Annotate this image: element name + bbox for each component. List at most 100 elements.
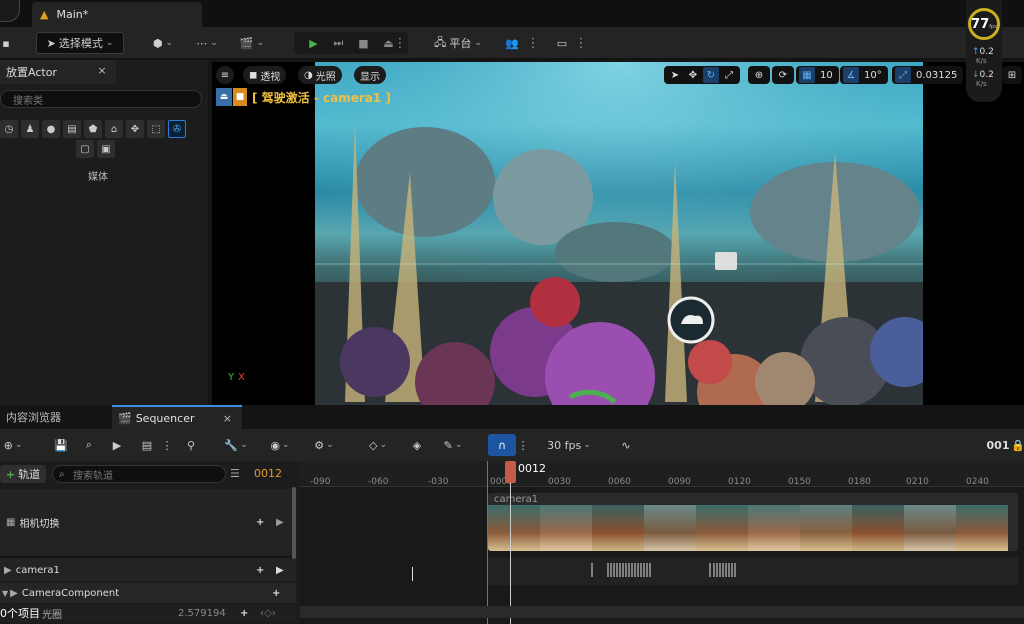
- camera-icon[interactable]: ▶: [276, 517, 284, 528]
- ruler-tick: 0030: [548, 477, 571, 487]
- viewport-menu-icon[interactable]: ≡: [216, 66, 234, 84]
- key-filled-icon[interactable]: ◈: [408, 434, 426, 456]
- unreal-logo-icon[interactable]: [0, 0, 20, 22]
- more-options-icon[interactable]: ⋮: [575, 32, 588, 54]
- place-actor-panel: 放置Actor × 搜索类 ◷ ♟ ● ▤ ⬟ ⌂ ✥ ⬚ ✇ ▢ ▣ 媒体: [0, 60, 208, 405]
- scale-snap-button[interactable]: ⤢ 0.03125: [892, 66, 964, 84]
- key-nav-icon[interactable]: ‹◇›: [260, 608, 276, 619]
- save-icon[interactable]: 💾: [52, 434, 70, 456]
- stop-icon[interactable]: ■: [353, 37, 375, 50]
- clapper-icon[interactable]: ▤: [138, 434, 156, 456]
- tab-sequencer[interactable]: 🎬 Sequencer ×: [112, 405, 242, 429]
- close-icon[interactable]: ×: [223, 412, 232, 425]
- select-icon[interactable]: ➤: [667, 67, 683, 83]
- surface-snap-button[interactable]: ⟳: [772, 66, 794, 84]
- more-options-icon[interactable]: ⋮: [162, 434, 173, 456]
- tab-content-browser[interactable]: 内容浏览器: [0, 405, 108, 429]
- track-search-input[interactable]: ⌕ 搜索轨道: [52, 465, 226, 483]
- save-icon[interactable]: ▪: [0, 32, 12, 54]
- aperture-value[interactable]: 2.579194: [178, 608, 226, 619]
- layout-icon[interactable]: ▭: [552, 32, 572, 54]
- camera-icon[interactable]: ■: [233, 88, 247, 106]
- camera-cut-section[interactable]: camera1: [488, 493, 1018, 551]
- add-key-icon[interactable]: +: [256, 517, 264, 528]
- stats-overlay: 77 fps ↑0.2 K/s ↓0.2 K/s: [966, 0, 1002, 102]
- current-frame[interactable]: 0012: [254, 467, 282, 480]
- add-key-icon[interactable]: +: [240, 608, 248, 619]
- show-button[interactable]: 显示: [354, 66, 386, 84]
- timeline-area[interactable]: -090 -060 -030 0000 0030 0060 0090 0120 …: [300, 461, 1024, 624]
- media-plate-icon[interactable]: ▢: [76, 140, 94, 158]
- timeline-scrollbar[interactable]: [300, 606, 1024, 618]
- close-icon[interactable]: ×: [94, 64, 110, 80]
- add-key-icon[interactable]: +: [256, 565, 264, 576]
- playhead-handle[interactable]: [505, 461, 516, 483]
- media-icon[interactable]: ✇: [168, 120, 186, 138]
- lock-icon[interactable]: 🔒: [1011, 434, 1024, 456]
- lights-icon[interactable]: ●: [42, 120, 60, 138]
- scale-icon[interactable]: ⤢: [721, 67, 737, 83]
- visual-effects-icon[interactable]: ⬟: [84, 120, 102, 138]
- find-asset-icon[interactable]: ⌕: [80, 434, 98, 456]
- basic-icon[interactable]: ♟: [21, 120, 39, 138]
- geometry-icon[interactable]: ⌂: [105, 120, 123, 138]
- tab-main[interactable]: ▲ Main*: [32, 2, 202, 27]
- move-icon[interactable]: ✥: [685, 67, 701, 83]
- filter-icon[interactable]: ☰: [230, 467, 240, 480]
- track-row-camera-cuts[interactable]: ▦ 相机切换 + ▶: [0, 489, 296, 557]
- clip-thumbnail: [696, 505, 748, 551]
- all-classes-icon[interactable]: ⬚: [147, 120, 165, 138]
- play-options-icon[interactable]: ⋮: [394, 32, 407, 54]
- more-options-icon[interactable]: ⋮: [527, 32, 540, 54]
- camera-icon[interactable]: ▶: [276, 565, 284, 576]
- rotation-snap-button[interactable]: ∡ 10°: [840, 66, 888, 84]
- snap-options-icon[interactable]: ⋮: [518, 434, 529, 456]
- camera1-key-lane[interactable]: [488, 557, 1018, 585]
- fps-dropdown[interactable]: 30 fps ⌄: [544, 434, 594, 456]
- key-options[interactable]: ◇ ⌄: [362, 434, 394, 456]
- people-icon[interactable]: 👥: [502, 32, 522, 54]
- perspective-button[interactable]: ◼ 透视: [243, 66, 287, 84]
- rotate-icon[interactable]: ↻: [703, 67, 719, 83]
- cinematics-button[interactable]: 🎬 ⌄: [236, 32, 268, 54]
- select-mode-dropdown[interactable]: ➤ 选择模式 ⌄: [36, 32, 124, 54]
- view-options[interactable]: ◉ ⌄: [264, 434, 296, 456]
- chevron-down-icon: ⌄: [165, 38, 174, 48]
- grid-snap-button[interactable]: ▦ 10: [796, 66, 839, 84]
- track-row-aperture[interactable]: 0个项目 光圈 2.579194 + ‹◇›: [0, 604, 296, 622]
- layout-grid-button[interactable]: ⊞: [1002, 66, 1022, 84]
- curve-editor-icon[interactable]: ∿: [616, 434, 636, 456]
- clip-thumbnail: [800, 505, 852, 551]
- platform-dropdown[interactable]: 🖧 平台 ⌄: [430, 32, 486, 54]
- time-ruler[interactable]: -090 -060 -030 0000 0030 0060 0090 0120 …: [300, 461, 1024, 487]
- brush-options[interactable]: ✎ ⌄: [438, 434, 468, 456]
- lighting-button[interactable]: ◑ 光照: [298, 66, 342, 84]
- snap-toggle[interactable]: ∩: [488, 434, 516, 456]
- media-player-icon[interactable]: ▣: [97, 140, 115, 158]
- add-actor-button[interactable]: ⬢ ⌄: [148, 32, 178, 54]
- track-row-camera-component[interactable]: ▼ ▶ CameraComponent +: [0, 583, 296, 603]
- add-key-icon[interactable]: +: [272, 588, 280, 599]
- volumes-icon[interactable]: ✥: [126, 120, 144, 138]
- blueprint-button[interactable]: ⋯ ⌄: [192, 32, 222, 54]
- expand-arrow-icon[interactable]: ▼: [2, 589, 8, 598]
- key-marker[interactable]: [412, 567, 413, 581]
- level-icon: ▲: [40, 8, 49, 21]
- camera-icon[interactable]: ▶: [108, 434, 126, 456]
- add-track-button[interactable]: + 轨道: [0, 465, 46, 483]
- level-viewport[interactable]: ≡ ◼ 透视 ◑ 光照 显示 ⏏ ■ [ 驾驶激活 - camera1 ] ➤ ✥ …: [212, 62, 1024, 405]
- world-menu[interactable]: ⊕ ⌄: [0, 434, 26, 456]
- show-label: 显示: [360, 71, 380, 83]
- step-icon[interactable]: ⏭: [328, 36, 350, 50]
- world-local-button[interactable]: ⊕: [748, 66, 770, 84]
- outliner-scrollbar[interactable]: [292, 487, 296, 559]
- cinematic-icon[interactable]: ▤: [63, 120, 81, 138]
- playback-options[interactable]: ⚙ ⌄: [308, 434, 340, 456]
- main-toolbar: ▪ ➤ 选择模式 ⌄ ⬢ ⌄ ⋯ ⌄ 🎬 ⌄ ▶ ⏭ ■ ⏏ ⋮ 🖧 平台 ⌄ 👥 ⋮…: [0, 27, 1024, 59]
- eject-pilot-icon[interactable]: ⏏: [216, 88, 232, 106]
- search-input[interactable]: 搜索类: [0, 90, 202, 108]
- play-icon[interactable]: ▶: [303, 37, 325, 50]
- recent-icon[interactable]: ◷: [0, 120, 18, 138]
- tools-menu[interactable]: 🔧 ⌄: [220, 434, 252, 456]
- actor-bind-icon[interactable]: ⚲: [182, 434, 200, 456]
